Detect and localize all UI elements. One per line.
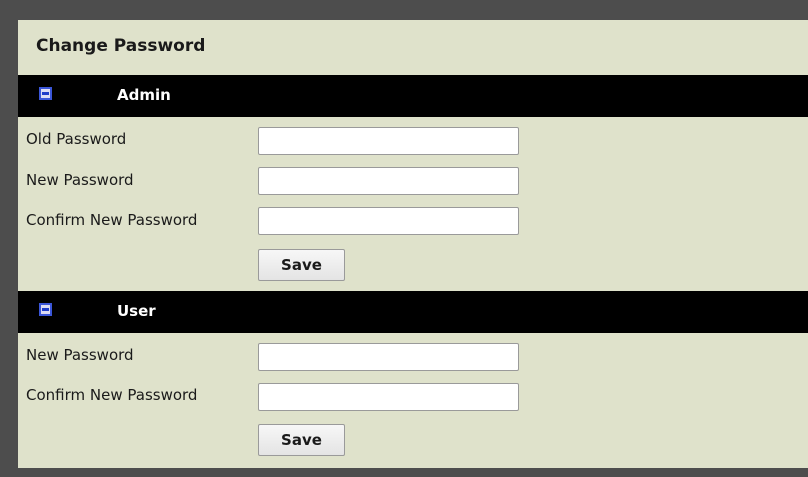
admin-new-password-input[interactable] bbox=[258, 167, 519, 195]
admin-old-password-label: Old Password bbox=[26, 130, 127, 148]
admin-confirm-new-password-input[interactable] bbox=[258, 207, 519, 235]
user-confirm-new-password-input[interactable] bbox=[258, 383, 519, 411]
app-frame: Change Password Admin Old Password New P… bbox=[0, 0, 808, 477]
admin-save-button[interactable]: Save bbox=[258, 249, 345, 281]
user-save-button[interactable]: Save bbox=[258, 424, 345, 456]
page-title: Change Password bbox=[36, 36, 206, 56]
collapse-minus-icon[interactable] bbox=[39, 87, 52, 100]
section-header-user[interactable]: User bbox=[18, 291, 808, 333]
section-title-admin: Admin bbox=[117, 86, 171, 104]
collapse-minus-icon[interactable] bbox=[39, 303, 52, 316]
minus-bar bbox=[42, 92, 49, 95]
section-title-user: User bbox=[117, 302, 156, 320]
minus-bar bbox=[42, 308, 49, 311]
admin-confirm-new-password-label: Confirm New Password bbox=[26, 211, 198, 229]
user-new-password-label: New Password bbox=[26, 346, 134, 364]
admin-new-password-label: New Password bbox=[26, 171, 134, 189]
user-new-password-input[interactable] bbox=[258, 343, 519, 371]
admin-old-password-input[interactable] bbox=[258, 127, 519, 155]
change-password-panel: Change Password Admin Old Password New P… bbox=[18, 20, 808, 468]
user-confirm-new-password-label: Confirm New Password bbox=[26, 386, 198, 404]
section-header-admin[interactable]: Admin bbox=[18, 75, 808, 117]
